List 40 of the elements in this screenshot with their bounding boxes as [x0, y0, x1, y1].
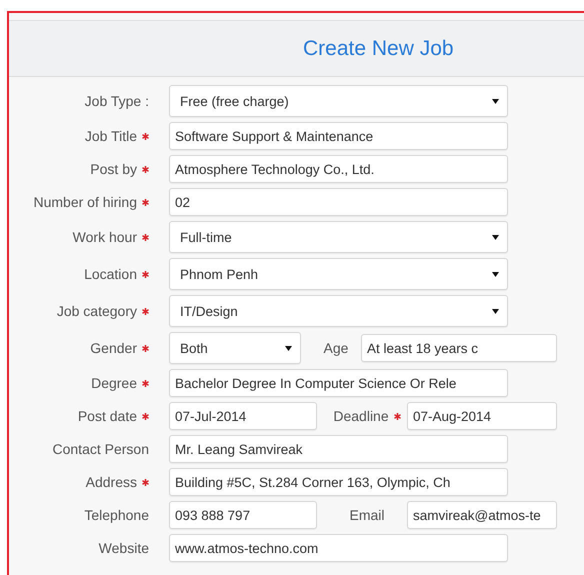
input-field[interactable]: 093 888 797	[169, 501, 317, 529]
dropdown[interactable]: Free (free charge)	[169, 85, 508, 117]
form-title: Create New Job	[303, 36, 454, 60]
field-label: Job Title	[84, 128, 137, 144]
field-label: Website	[98, 540, 149, 556]
field-label: Deadline	[333, 408, 389, 424]
field-label: Email	[349, 507, 384, 523]
input-field[interactable]: Mr. Leang Samvireak	[169, 435, 508, 463]
dropdown[interactable]: Phnom Penh	[169, 258, 508, 290]
dropdown[interactable]: Both	[169, 332, 301, 364]
caret-icon	[492, 234, 499, 240]
input-field[interactable]: At least 18 years c	[361, 334, 557, 362]
field-label: Job Type :	[84, 93, 149, 109]
input-field[interactable]: samvireak@atmos-te	[407, 501, 557, 529]
caret-icon	[492, 272, 499, 276]
caret-icon	[285, 346, 292, 350]
field-label: Address	[86, 474, 137, 490]
input-field[interactable]: Atmosphere Technology Co., Ltd.	[169, 155, 508, 183]
field-label: Degree	[91, 375, 137, 391]
field-label: Post date	[78, 408, 137, 424]
field-label: Number of hiring	[34, 194, 137, 210]
field-label: Telephone	[84, 507, 149, 523]
dropdown[interactable]: IT/Design	[169, 295, 508, 327]
caret-icon	[492, 98, 499, 104]
input-field[interactable]: 07-Aug-2014	[407, 402, 557, 430]
dropdown[interactable]: Full-time	[169, 221, 508, 253]
field-label: Location	[84, 266, 137, 282]
field-label: Contact Person	[52, 441, 149, 457]
input-field[interactable]: www.atmos-techno.com	[169, 534, 508, 562]
input-field[interactable]: Software Support & Maintenance	[169, 122, 508, 150]
input-field[interactable]: 02	[169, 188, 508, 216]
field-label: Age	[324, 340, 348, 356]
field-label: Work hour	[72, 229, 137, 245]
field-label: Post by	[90, 161, 137, 177]
input-field[interactable]: Bachelor Degree In Computer Science Or Rele	[169, 369, 508, 397]
input-field[interactable]: 07-Jul-2014	[169, 402, 317, 430]
caret-icon	[492, 308, 499, 314]
field-label: Job category	[56, 303, 137, 319]
input-field[interactable]: Building #5C, St.284 Corner 163, Olympic, Ch	[169, 468, 508, 496]
field-label: Gender	[90, 340, 137, 356]
